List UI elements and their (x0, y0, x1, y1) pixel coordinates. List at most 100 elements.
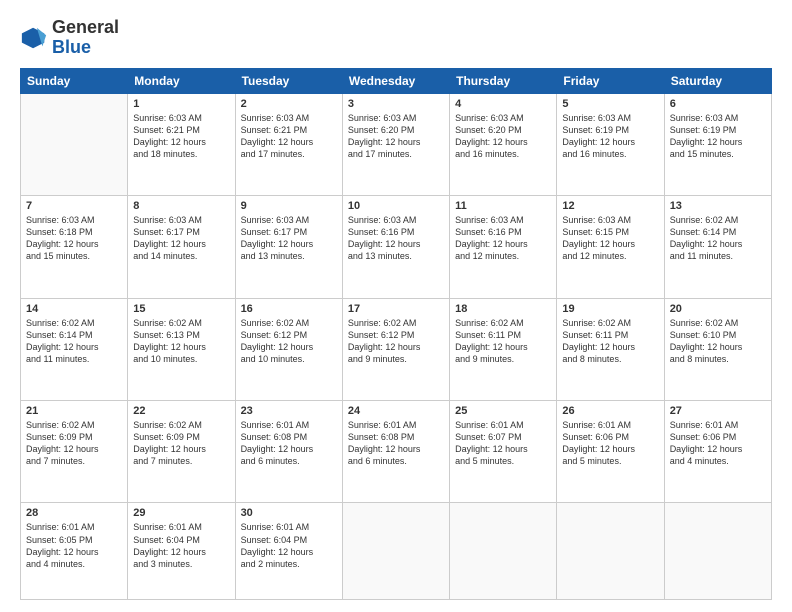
calendar-cell (557, 503, 664, 600)
day-number: 16 (241, 303, 337, 315)
weekday-header-saturday: Saturday (664, 68, 771, 93)
calendar-cell: 25Sunrise: 6:01 AM Sunset: 6:07 PM Dayli… (450, 401, 557, 503)
day-info: Sunrise: 6:02 AM Sunset: 6:11 PM Dayligh… (562, 317, 658, 366)
day-number: 20 (670, 303, 766, 315)
day-number: 14 (26, 303, 122, 315)
day-number: 24 (348, 405, 444, 417)
calendar-week-row: 21 Sunrise: 6:02 AM Sunset: 6:09 PM Dayli… (21, 401, 772, 503)
day-number: 18 (455, 303, 551, 315)
day-info: Sunrise: 6:02 AM Sunset: 6:09 PM Dayligh… (26, 419, 122, 468)
day-number: 27 (670, 405, 766, 417)
day-info: Sunrise: 6:02 AM Sunset: 6:12 PM Dayligh… (241, 317, 337, 366)
calendar-cell: 29 Sunrise: 6:01 AM Sunset: 6:04 PM Dayli… (128, 503, 235, 600)
day-number: 3 (348, 98, 444, 110)
calendar-cell: 7Sunrise: 6:03 AM Sunset: 6:18 PM Daylig… (21, 196, 128, 298)
calendar-cell: 2 Sunrise: 6:03 AM Sunset: 6:21 PM Daylig… (235, 93, 342, 195)
day-info: Sunrise: 6:03 AM Sunset: 6:17 PM Dayligh… (241, 214, 337, 263)
day-info: Sunrise: 6:03 AM Sunset: 6:19 PM Dayligh… (670, 112, 766, 161)
day-info: Sunrise: 6:02 AM Sunset: 6:14 PM Dayligh… (26, 317, 122, 366)
day-info: Sunrise: 6:02 AM Sunset: 6:14 PM Dayligh… (670, 214, 766, 263)
day-info: Sunrise: 6:02 AM Sunset: 6:10 PM Dayligh… (670, 317, 766, 366)
day-info: Sunrise: 6:03 AM Sunset: 6:20 PM Dayligh… (348, 112, 444, 161)
day-info: Sunrise: 6:01 AM Sunset: 6:04 PM Dayligh… (241, 521, 337, 570)
logo-text-blue: Blue (52, 38, 119, 58)
weekday-header-row: SundayMondayTuesdayWednesdayThursdayFrid… (21, 68, 772, 93)
calendar-cell: 23 Sunrise: 6:01 AM Sunset: 6:08 PM Dayli… (235, 401, 342, 503)
calendar-cell: 12 Sunrise: 6:03 AM Sunset: 6:15 PM Dayli… (557, 196, 664, 298)
day-number: 23 (241, 405, 337, 417)
day-info: Sunrise: 6:02 AM Sunset: 6:12 PM Dayligh… (348, 317, 444, 366)
weekday-header-wednesday: Wednesday (342, 68, 449, 93)
calendar-cell: 8Sunrise: 6:03 AM Sunset: 6:17 PM Daylig… (128, 196, 235, 298)
calendar-cell: 6 Sunrise: 6:03 AM Sunset: 6:19 PM Daylig… (664, 93, 771, 195)
day-info: Sunrise: 6:03 AM Sunset: 6:18 PM Dayligh… (26, 214, 122, 263)
day-number: 26 (562, 405, 658, 417)
day-number: 17 (348, 303, 444, 315)
calendar-cell: 4 Sunrise: 6:03 AM Sunset: 6:20 PM Daylig… (450, 93, 557, 195)
calendar-week-row: 28 Sunrise: 6:01 AM Sunset: 6:05 PM Dayli… (21, 503, 772, 600)
day-number: 6 (670, 98, 766, 110)
weekday-header-friday: Friday (557, 68, 664, 93)
day-number: 13 (670, 200, 766, 212)
day-number: 30 (241, 507, 337, 519)
day-info: Sunrise: 6:01 AM Sunset: 6:06 PM Dayligh… (670, 419, 766, 468)
calendar-cell: 17 Sunrise: 6:02 AM Sunset: 6:12 PM Dayli… (342, 298, 449, 400)
day-number: 5 (562, 98, 658, 110)
calendar-cell: 19 Sunrise: 6:02 AM Sunset: 6:11 PM Dayli… (557, 298, 664, 400)
calendar-cell: 14 Sunrise: 6:02 AM Sunset: 6:14 PM Dayli… (21, 298, 128, 400)
weekday-header-sunday: Sunday (21, 68, 128, 93)
day-number: 19 (562, 303, 658, 315)
day-number: 8 (133, 200, 229, 212)
day-info: Sunrise: 6:01 AM Sunset: 6:08 PM Dayligh… (348, 419, 444, 468)
calendar-cell: 11 Sunrise: 6:03 AM Sunset: 6:16 PM Dayli… (450, 196, 557, 298)
day-info: Sunrise: 6:01 AM Sunset: 6:08 PM Dayligh… (241, 419, 337, 468)
calendar-cell: 24 Sunrise: 6:01 AM Sunset: 6:08 PM Dayli… (342, 401, 449, 503)
day-info: Sunrise: 6:03 AM Sunset: 6:21 PM Dayligh… (133, 112, 229, 161)
day-info: Sunrise: 6:03 AM Sunset: 6:16 PM Dayligh… (455, 214, 551, 263)
day-number: 12 (562, 200, 658, 212)
calendar-cell: 30 Sunrise: 6:01 AM Sunset: 6:04 PM Dayli… (235, 503, 342, 600)
calendar-cell: 9 Sunrise: 6:03 AM Sunset: 6:17 PM Daylig… (235, 196, 342, 298)
day-number: 2 (241, 98, 337, 110)
day-info: Sunrise: 6:01 AM Sunset: 6:04 PM Dayligh… (133, 521, 229, 570)
calendar-cell: 16 Sunrise: 6:02 AM Sunset: 6:12 PM Dayli… (235, 298, 342, 400)
day-number: 15 (133, 303, 229, 315)
calendar-cell: 18 Sunrise: 6:02 AM Sunset: 6:11 PM Dayli… (450, 298, 557, 400)
weekday-header-tuesday: Tuesday (235, 68, 342, 93)
calendar-cell: 20 Sunrise: 6:02 AM Sunset: 6:10 PM Dayli… (664, 298, 771, 400)
calendar-cell: 15Sunrise: 6:02 AM Sunset: 6:13 PM Dayli… (128, 298, 235, 400)
calendar-week-row: 14 Sunrise: 6:02 AM Sunset: 6:14 PM Dayli… (21, 298, 772, 400)
weekday-header-thursday: Thursday (450, 68, 557, 93)
day-number: 11 (455, 200, 551, 212)
calendar-table: SundayMondayTuesdayWednesdayThursdayFrid… (20, 68, 772, 600)
logo-text-general: General (52, 18, 119, 38)
calendar-cell: 22Sunrise: 6:02 AM Sunset: 6:09 PM Dayli… (128, 401, 235, 503)
day-number: 9 (241, 200, 337, 212)
day-number: 10 (348, 200, 444, 212)
calendar-cell: 21 Sunrise: 6:02 AM Sunset: 6:09 PM Dayli… (21, 401, 128, 503)
logo-icon (20, 24, 48, 52)
day-info: Sunrise: 6:01 AM Sunset: 6:07 PM Dayligh… (455, 419, 551, 468)
day-info: Sunrise: 6:03 AM Sunset: 6:15 PM Dayligh… (562, 214, 658, 263)
weekday-header-monday: Monday (128, 68, 235, 93)
day-info: Sunrise: 6:03 AM Sunset: 6:21 PM Dayligh… (241, 112, 337, 161)
day-number: 21 (26, 405, 122, 417)
day-info: Sunrise: 6:03 AM Sunset: 6:20 PM Dayligh… (455, 112, 551, 161)
day-number: 29 (133, 507, 229, 519)
calendar-cell: 13 Sunrise: 6:02 AM Sunset: 6:14 PM Dayli… (664, 196, 771, 298)
day-number: 4 (455, 98, 551, 110)
calendar-cell: 10Sunrise: 6:03 AM Sunset: 6:16 PM Dayli… (342, 196, 449, 298)
day-info: Sunrise: 6:01 AM Sunset: 6:05 PM Dayligh… (26, 521, 122, 570)
calendar-week-row: 1 Sunrise: 6:03 AM Sunset: 6:21 PM Daylig… (21, 93, 772, 195)
calendar-cell: 1 Sunrise: 6:03 AM Sunset: 6:21 PM Daylig… (128, 93, 235, 195)
calendar-cell (21, 93, 128, 195)
day-number: 1 (133, 98, 229, 110)
calendar-cell (342, 503, 449, 600)
calendar-cell: 28 Sunrise: 6:01 AM Sunset: 6:05 PM Dayli… (21, 503, 128, 600)
day-info: Sunrise: 6:02 AM Sunset: 6:09 PM Dayligh… (133, 419, 229, 468)
page-header: General Blue (20, 18, 772, 58)
day-number: 28 (26, 507, 122, 519)
day-info: Sunrise: 6:02 AM Sunset: 6:11 PM Dayligh… (455, 317, 551, 366)
calendar-cell: 3 Sunrise: 6:03 AM Sunset: 6:20 PM Daylig… (342, 93, 449, 195)
calendar-week-row: 7Sunrise: 6:03 AM Sunset: 6:18 PM Daylig… (21, 196, 772, 298)
